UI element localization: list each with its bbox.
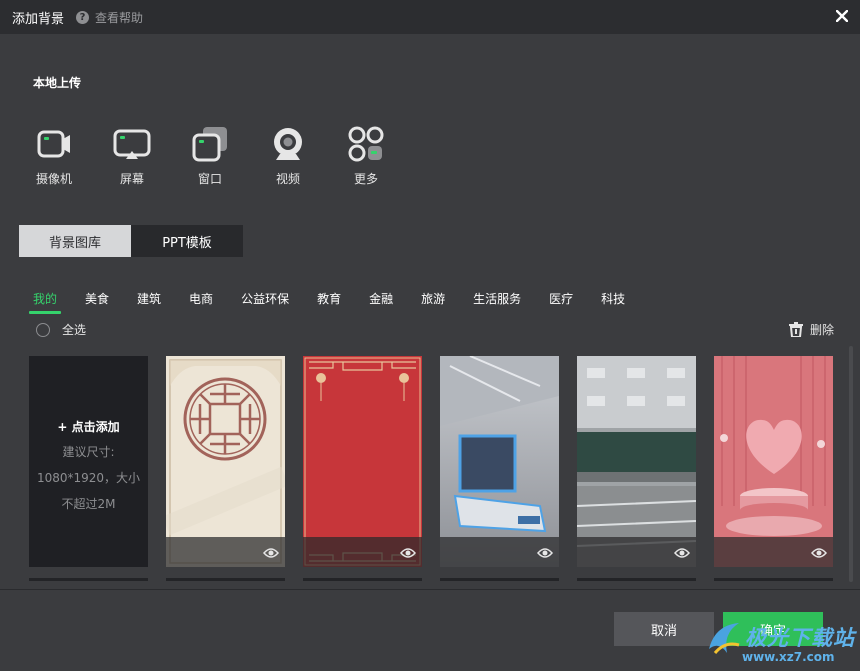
thumbnail-image	[577, 356, 696, 567]
preview-eye-icon[interactable]	[400, 547, 416, 559]
hint-line-filesize: 不超过2M	[61, 497, 116, 511]
upload-more-button[interactable]: 更多	[336, 124, 396, 187]
preview-eye-icon[interactable]	[811, 547, 827, 559]
tab-background-library[interactable]: 背景图库	[19, 225, 131, 257]
add-background-card[interactable]: + 点击添加 建议尺寸: 1080*1920，大小 不超过2M	[29, 356, 148, 567]
delete-label: 删除	[809, 323, 834, 337]
category-tab-food[interactable]: 美食	[71, 290, 123, 314]
background-grid: + 点击添加 建议尺寸: 1080*1920，大小 不超过2M	[29, 356, 839, 581]
help-link[interactable]: ? 查看帮助	[76, 9, 143, 26]
cancel-button[interactable]: 取消	[614, 612, 714, 646]
thumbnail-image	[303, 356, 422, 567]
select-all-toggle[interactable]: 全选	[36, 321, 86, 338]
category-tab-mine[interactable]: 我的	[19, 290, 71, 314]
watermark-url: www.xz7.com	[742, 650, 835, 664]
thumbnail-card[interactable]	[577, 356, 696, 567]
thumbnail-image	[714, 356, 833, 567]
upload-video-button[interactable]: 视频	[258, 124, 318, 187]
card-underline	[440, 578, 559, 581]
preview-eye-icon[interactable]	[263, 547, 279, 559]
upload-camera-label: 摄像机	[35, 172, 72, 186]
add-background-hint: 建议尺寸: 1080*1920，大小 不超过2M	[37, 439, 140, 517]
category-tab-charity[interactable]: 公益环保	[227, 290, 303, 314]
grid-scrollbar[interactable]	[849, 346, 853, 582]
window-title: 添加背景	[12, 12, 65, 27]
tab-ppt-template[interactable]: PPT模板	[131, 225, 243, 257]
select-all-label: 全选	[62, 323, 87, 337]
card-underline	[714, 578, 833, 581]
upload-video-label: 视频	[275, 172, 300, 186]
category-tab-life-services[interactable]: 生活服务	[459, 290, 535, 314]
thumbnail-card[interactable]	[440, 356, 559, 567]
category-tab-medical[interactable]: 医疗	[535, 290, 587, 314]
upload-more-label: 更多	[353, 172, 378, 186]
thumbnail-card[interactable]	[303, 356, 422, 567]
category-tab-finance[interactable]: 金融	[355, 290, 407, 314]
help-icon: ?	[76, 11, 89, 24]
close-button[interactable]	[832, 5, 852, 27]
delete-button[interactable]: 删除	[788, 321, 834, 338]
local-upload-title: 本地上传	[33, 76, 82, 90]
preview-eye-icon[interactable]	[674, 547, 690, 559]
card-underline	[577, 578, 696, 581]
hint-line-resolution: 1080*1920，大小	[36, 471, 141, 485]
more-apps-icon	[348, 126, 384, 162]
help-label: 查看帮助	[95, 11, 144, 25]
category-tab-ecommerce[interactable]: 电商	[175, 290, 227, 314]
card-underline	[303, 578, 422, 581]
category-tab-architecture[interactable]: 建筑	[123, 290, 175, 314]
thumbnail-image	[166, 356, 285, 567]
add-background-title: + 点击添加	[57, 420, 120, 434]
card-underline	[29, 578, 148, 581]
screen-icon	[113, 129, 151, 159]
trash-icon	[788, 322, 803, 337]
watermark-text: 极光下载站	[745, 626, 855, 650]
source-tabs: 背景图库 PPT模板	[19, 225, 243, 257]
card-underline	[166, 578, 285, 581]
upload-window-label: 窗口	[197, 172, 222, 186]
category-tabs: 我的 美食 建筑 电商 公益环保 教育 金融 旅游 生活服务 医疗 科技	[19, 290, 639, 314]
camera-icon	[37, 130, 70, 158]
watermark-logo	[709, 623, 740, 654]
window-icon	[192, 127, 227, 162]
footer-divider	[0, 589, 860, 590]
thumbnail-card[interactable]	[714, 356, 833, 567]
hint-line-size: 建议尺寸:	[62, 445, 115, 459]
upload-screen-button[interactable]: 屏幕	[102, 124, 162, 187]
upload-screen-label: 屏幕	[119, 172, 144, 186]
video-icon	[274, 128, 302, 160]
category-tab-technology[interactable]: 科技	[587, 290, 639, 314]
upload-camera-button[interactable]: 摄像机	[24, 124, 84, 187]
thumbnail-image	[440, 356, 559, 567]
category-tab-travel[interactable]: 旅游	[407, 290, 459, 314]
category-tab-education[interactable]: 教育	[303, 290, 355, 314]
preview-eye-icon[interactable]	[537, 547, 553, 559]
thumbnail-card[interactable]	[166, 356, 285, 567]
close-icon	[836, 10, 848, 22]
select-all-radio[interactable]	[36, 322, 50, 337]
upload-window-button[interactable]: 窗口	[180, 124, 240, 187]
title-bar: 添加背景 ? 查看帮助	[0, 0, 860, 34]
